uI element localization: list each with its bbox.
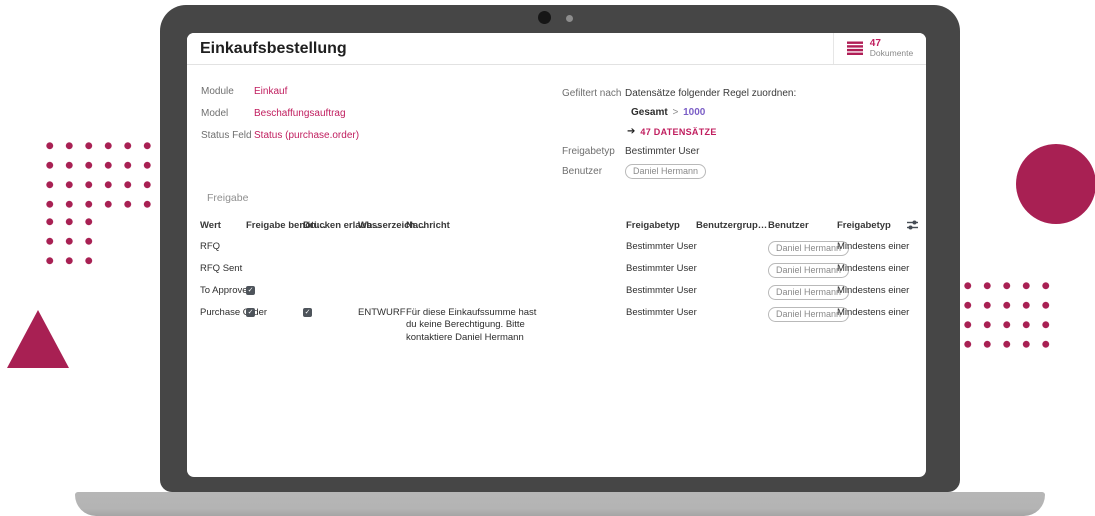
dot-grid-right [958, 276, 1056, 354]
col-benutzergruppe[interactable]: Benutzergrup… [696, 220, 768, 231]
table-row[interactable]: RFQ ✓ ✓ Bestimmter User Daniel Hermann M… [200, 237, 918, 259]
approval-type-value: Bestimmter User [625, 146, 699, 157]
rule-value: 1000 [683, 107, 705, 118]
approval-table: Wert Freigabe benöti… Drucken erlaub… Wa… [200, 213, 918, 344]
cell-wasserzeichen: ENTWURF [358, 303, 406, 318]
cell-freigabetyp: Bestimmter User [626, 259, 696, 274]
checkbox-freigabe-benoetigt[interactable]: ✓ [246, 308, 255, 317]
cell-wert: Purchase Order [200, 303, 246, 318]
circle-decoration [1016, 144, 1095, 224]
model-value-link[interactable]: Beschaffungsauftrag [254, 108, 346, 119]
module-value-link[interactable]: Einkauf [254, 86, 287, 97]
filtered-by-label: Gefiltert nach [562, 88, 621, 99]
dot-grid-left-top [40, 136, 157, 214]
model-label: Model [201, 108, 228, 119]
cell-nachricht [406, 259, 539, 263]
cell-freigabetyp-2: Mindestens einer [837, 303, 900, 318]
tab-freigabe[interactable]: Freigabe [207, 192, 248, 204]
filter-rule[interactable]: Gesamt > 1000 [631, 107, 705, 118]
cell-freigabetyp: Bestimmter User [626, 303, 696, 318]
checkbox-drucken-erlaubt[interactable]: ✓ [303, 308, 312, 317]
table-header-row: Wert Freigabe benöti… Drucken erlaub… Wa… [200, 213, 918, 237]
page-title: Einkaufsbestellung [200, 40, 347, 58]
triangle-decoration [7, 310, 69, 368]
module-label: Module [201, 86, 234, 97]
user-label: Benutzer [562, 166, 602, 177]
filter-rule-text: Datensätze folgender Regel zuordnen: [625, 88, 796, 99]
cell-wert: To Approve [200, 281, 246, 296]
laptop-base [75, 492, 1045, 516]
records-link[interactable]: ➔ 47 DATENSÄTZE [627, 126, 717, 137]
cell-freigabetyp: Bestimmter User [626, 281, 696, 296]
col-freigabetyp-2[interactable]: Freigabetyp [837, 220, 900, 231]
col-drucken-erlaubt[interactable]: Drucken erlaub… [303, 220, 358, 231]
rule-field: Gesamt [631, 107, 668, 118]
cell-benutzergruppe [696, 303, 768, 307]
col-wert[interactable]: Wert [200, 220, 246, 231]
stacked-list-icon [847, 41, 864, 56]
app-header: Einkaufsbestellung 47 Dokumente [187, 33, 926, 65]
cell-freigabetyp-2: Mindestens einer [837, 281, 900, 296]
table-row[interactable]: Purchase Order ✓ ✓ ENTWURF Für diese Ein… [200, 303, 918, 344]
optional-columns-icon[interactable] [900, 220, 918, 230]
cell-wert: RFQ [200, 237, 246, 252]
col-nachricht[interactable]: Nachricht [406, 220, 626, 231]
camera-led-dot [566, 15, 573, 22]
cell-nachricht [406, 237, 539, 241]
cell-wert: RFQ Sent [200, 259, 246, 274]
col-freigabetyp[interactable]: Freigabetyp [626, 220, 696, 231]
col-freigabe-benoetigt[interactable]: Freigabe benöti… [246, 220, 303, 231]
approval-type-label: Freigabetyp [562, 146, 615, 157]
cell-benutzergruppe [696, 281, 768, 285]
cell-benutzergruppe [696, 237, 768, 241]
cell-freigabetyp: Bestimmter User [626, 237, 696, 252]
camera-dot [538, 11, 551, 24]
rule-operator: > [670, 107, 680, 118]
dot-grid-left-bottom [40, 212, 99, 271]
documents-button[interactable]: 47 Dokumente [833, 33, 926, 64]
table-row[interactable]: RFQ Sent ✓ ✓ Bestimmter User Daniel Herm… [200, 259, 918, 281]
cell-freigabetyp-2: Mindestens einer [837, 237, 900, 252]
cell-wasserzeichen [358, 237, 406, 241]
records-count-text: 47 DATENSÄTZE [640, 127, 716, 137]
checkbox-freigabe-benoetigt[interactable]: ✓ [246, 286, 255, 295]
col-wasserzeichen[interactable]: Wasserzeich… [358, 220, 406, 231]
user-tag[interactable]: Daniel Hermann [625, 164, 706, 179]
table-row[interactable]: To Approve ✓ ✓ Bestimmter User Daniel He… [200, 281, 918, 303]
arrow-right-icon: ➔ [627, 126, 635, 137]
cell-benutzergruppe [696, 259, 768, 263]
col-benutzer[interactable]: Benutzer [768, 220, 837, 231]
cell-nachricht [406, 281, 539, 285]
laptop-frame: Einkaufsbestellung 47 Dokumente Module E… [160, 5, 960, 492]
cell-freigabetyp-2: Mindestens einer [837, 259, 900, 274]
status-field-label: Status Feld [201, 130, 252, 141]
status-field-value-link[interactable]: Status (purchase.order) [254, 130, 359, 141]
cell-nachricht: Für diese Einkaufssumme hast du keine Be… [406, 303, 539, 344]
cell-wasserzeichen [358, 281, 406, 285]
documents-label: Dokumente [870, 49, 913, 58]
cell-wasserzeichen [358, 259, 406, 263]
app-window: Einkaufsbestellung 47 Dokumente Module E… [187, 33, 926, 477]
